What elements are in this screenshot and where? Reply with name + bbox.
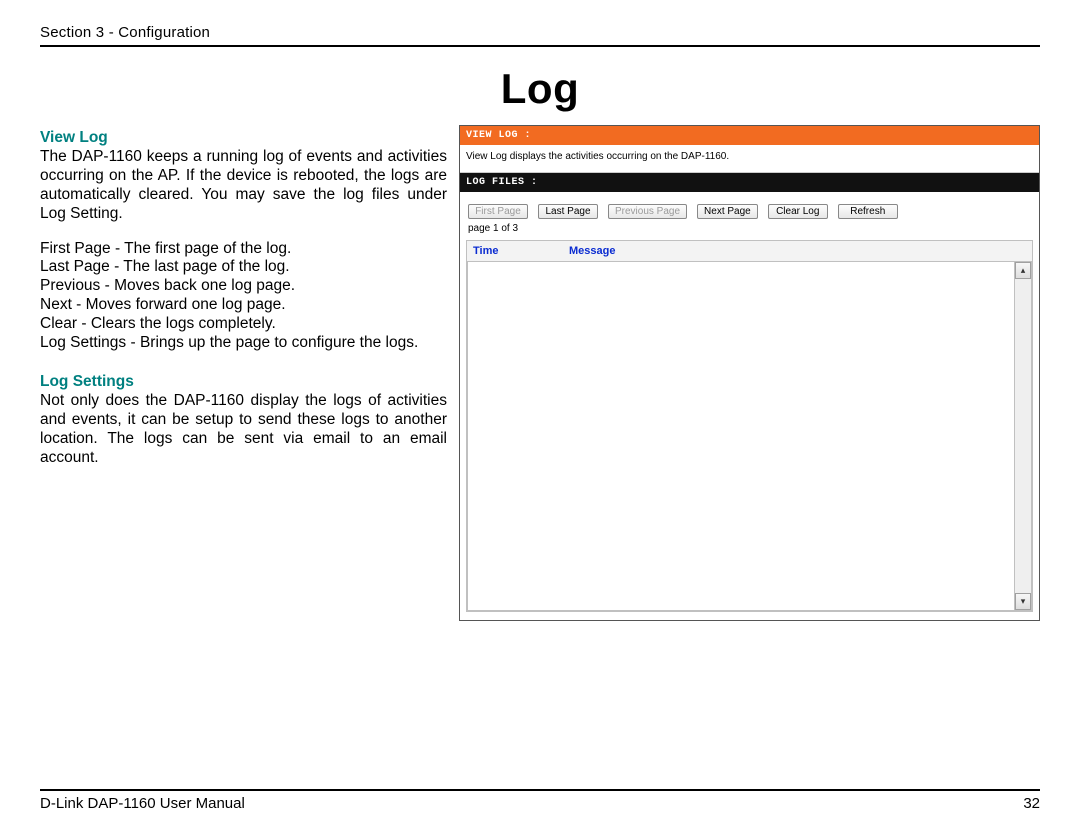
router-view-log-panel: VIEW LOG : View Log displays the activit… [459, 125, 1040, 621]
footer-manual-name: D-Link DAP-1160 User Manual [40, 795, 245, 812]
log-table-body: ▴ ▾ [467, 261, 1032, 611]
panel-body: First Page Last Page Previous Page Next … [460, 192, 1039, 620]
next-line: Next - Moves forward one log page. [40, 296, 447, 315]
previous-line: Previous - Moves back one log page. [40, 277, 447, 296]
last-page-line: Last Page - The last page of the log. [40, 258, 447, 277]
scroll-down-arrow-icon[interactable]: ▾ [1015, 593, 1031, 610]
first-page-button[interactable]: First Page [468, 204, 528, 219]
view-log-heading: View Log [40, 129, 447, 148]
column-message: Message [563, 241, 1032, 261]
section-header: Section 3 - Configuration [40, 24, 1040, 47]
view-log-paragraph: The DAP-1160 keeps a running log of even… [40, 148, 447, 224]
log-settings-line: Log Settings - Brings up the page to con… [40, 334, 447, 353]
refresh-button[interactable]: Refresh [838, 204, 898, 219]
last-page-button[interactable]: Last Page [538, 204, 598, 219]
scroll-up-arrow-icon[interactable]: ▴ [1015, 262, 1031, 279]
log-scrollbar[interactable]: ▴ ▾ [1014, 262, 1031, 610]
column-time: Time [467, 241, 563, 261]
panel-black-title: LOG FILES : [460, 173, 1039, 192]
manual-page: Section 3 - Configuration Log View Log T… [0, 0, 1080, 834]
previous-page-button[interactable]: Previous Page [608, 204, 687, 219]
right-column: VIEW LOG : View Log displays the activit… [459, 125, 1040, 621]
content-area: View Log The DAP-1160 keeps a running lo… [40, 125, 1040, 621]
page-title: Log [40, 65, 1040, 113]
panel-orange-title: VIEW LOG : [460, 126, 1039, 145]
log-table: Time Message ▴ ▾ [466, 240, 1033, 612]
clear-line: Clear - Clears the logs completely. [40, 315, 447, 334]
log-settings-heading: Log Settings [40, 373, 447, 392]
footer-page-number: 32 [1023, 795, 1040, 812]
page-indicator: page 1 of 3 [468, 223, 1033, 234]
scroll-track[interactable] [1015, 279, 1031, 593]
log-table-header: Time Message [467, 241, 1032, 261]
clear-log-button[interactable]: Clear Log [768, 204, 828, 219]
left-column: View Log The DAP-1160 keeps a running lo… [40, 125, 447, 621]
page-footer: D-Link DAP-1160 User Manual 32 [40, 789, 1040, 812]
log-settings-paragraph: Not only does the DAP-1160 display the l… [40, 392, 447, 468]
log-button-row: First Page Last Page Previous Page Next … [468, 204, 1033, 219]
panel-description: View Log displays the activities occurri… [460, 145, 1039, 173]
next-page-button[interactable]: Next Page [697, 204, 758, 219]
first-page-line: First Page - The first page of the log. [40, 240, 447, 259]
